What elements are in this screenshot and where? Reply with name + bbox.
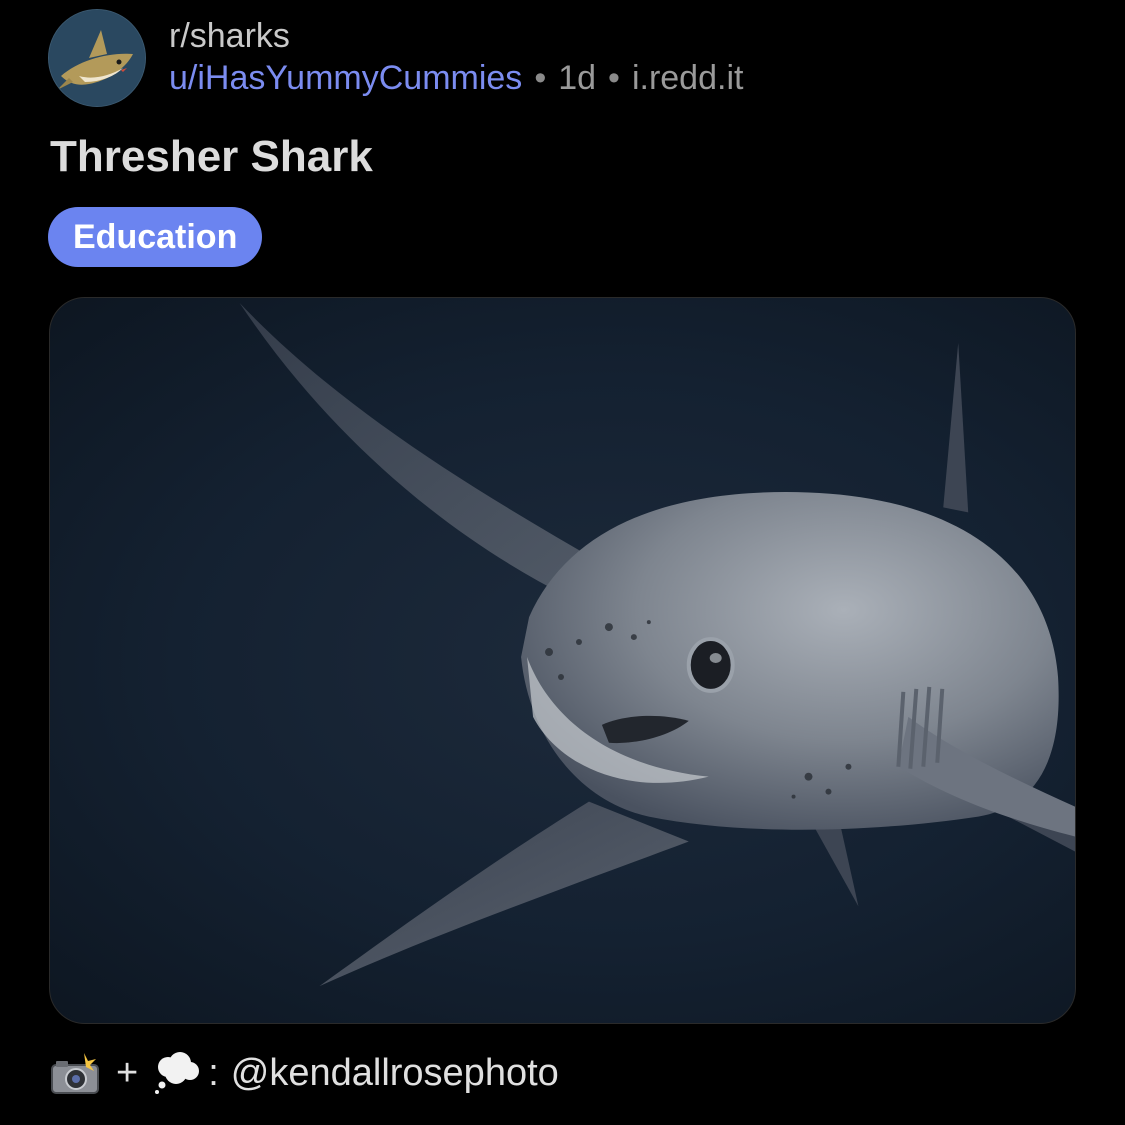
thought-balloon-emoji-icon bbox=[152, 1051, 202, 1095]
subreddit-name[interactable]: r/sharks bbox=[169, 14, 290, 58]
post-image[interactable] bbox=[49, 297, 1076, 1024]
post-age: 1d bbox=[558, 59, 597, 97]
post-domain[interactable]: i.redd.it bbox=[632, 59, 744, 97]
thresher-shark-photo-icon bbox=[239, 302, 1075, 987]
post-caption: + : @kendallrosephoto bbox=[50, 1048, 559, 1098]
author-link[interactable]: u/iHasYummyCummies bbox=[169, 59, 522, 97]
flair-badge[interactable]: Education bbox=[48, 207, 263, 267]
meta-separator: • bbox=[534, 59, 547, 97]
shark-avatar-icon bbox=[49, 10, 145, 106]
subreddit-avatar[interactable] bbox=[48, 9, 146, 107]
post-meta: u/iHasYummyCummies • 1d • i.redd.it bbox=[169, 56, 743, 100]
meta-separator: • bbox=[608, 59, 620, 97]
post-title[interactable]: Thresher Shark bbox=[50, 130, 373, 184]
photographer-handle[interactable]: @kendallrosephoto bbox=[231, 1048, 559, 1098]
caption-colon: : bbox=[208, 1052, 219, 1094]
camera-flash-emoji-icon bbox=[50, 1051, 100, 1095]
reddit-post: r/sharks u/iHasYummyCummies • 1d • i.redd.it… bbox=[0, 0, 1125, 1125]
caption-plus: + bbox=[116, 1052, 139, 1094]
